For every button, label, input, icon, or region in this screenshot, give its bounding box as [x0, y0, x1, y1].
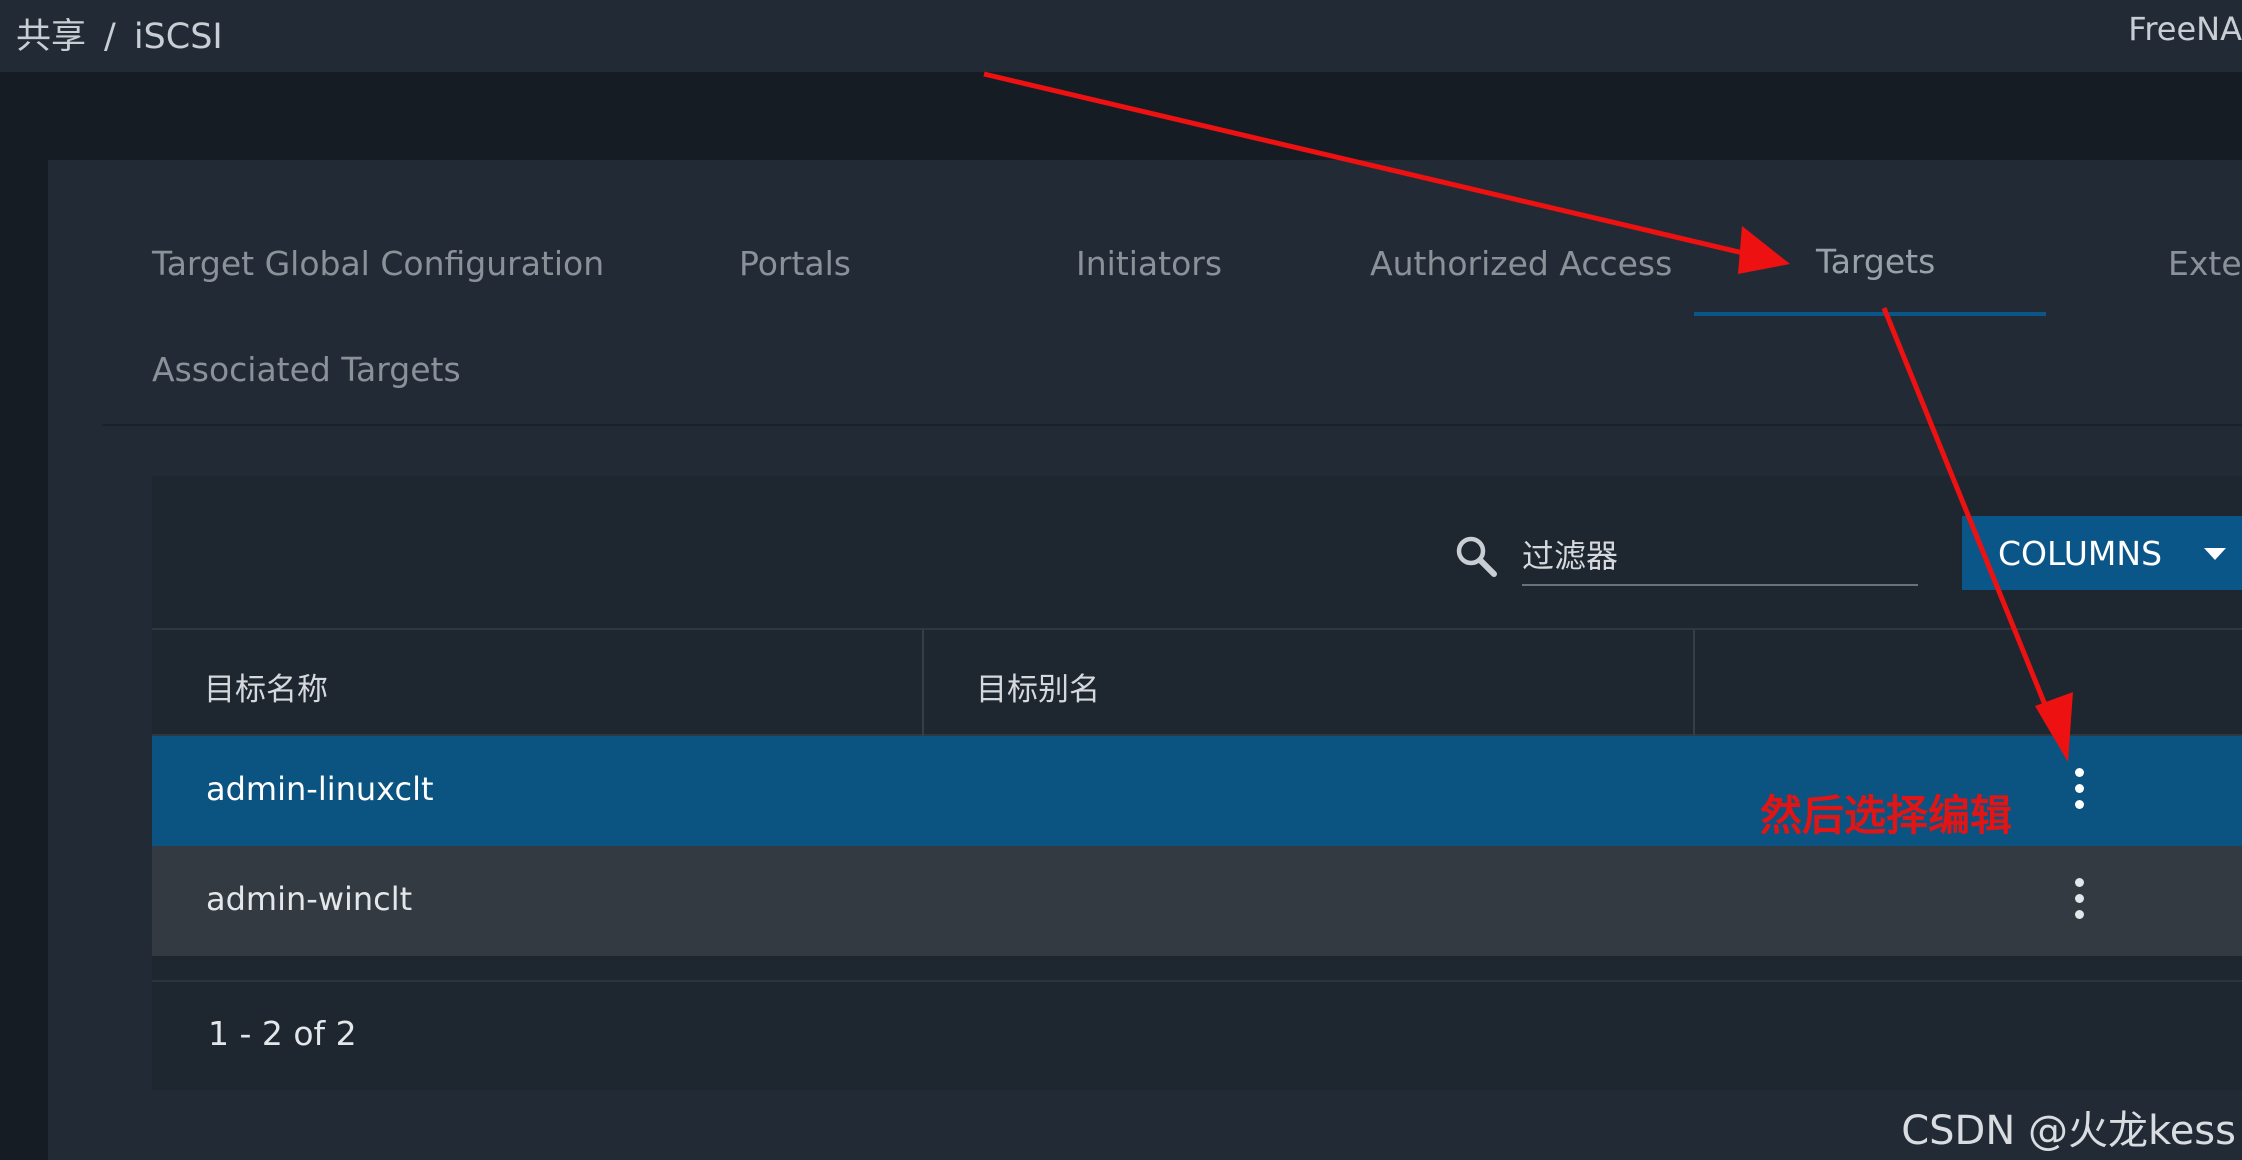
filter-input[interactable] [1522, 530, 1918, 582]
more-vert-icon[interactable] [2069, 878, 2089, 924]
table-row[interactable]: admin-winclt [152, 846, 2242, 956]
tab-associated-targets[interactable]: Associated Targets [152, 350, 461, 389]
column-header-target-name[interactable]: 目标名称 [204, 664, 328, 709]
caret-down-icon [2204, 548, 2226, 560]
breadcrumb: 共享 / iSCSI [16, 8, 241, 59]
target-name-cell: admin-linuxclt [206, 770, 434, 808]
more-vert-icon[interactable] [2069, 768, 2089, 814]
annotation-text: 然后选择编辑 [1760, 791, 2013, 840]
breadcrumb-item-share[interactable]: 共享 [16, 17, 86, 57]
columns-button-label: COLUMNS [1998, 533, 2163, 573]
watermark-text: CSDN @火龙kess [1901, 1108, 2236, 1154]
tabs-divider [102, 424, 2242, 426]
active-tab-indicator [1694, 312, 2046, 316]
tab-extents[interactable]: Exten [2168, 244, 2242, 283]
brand-logo-text: FreeNA [2128, 10, 2242, 48]
column-resize-handle[interactable] [1693, 630, 1695, 736]
tab-targets[interactable]: Targets [1816, 242, 1935, 281]
pagination-range: 1 - 2 of 2 [208, 1014, 357, 1053]
tab-target-global-configuration[interactable]: Target Global Configuration [152, 244, 604, 283]
column-resize-handle[interactable] [922, 630, 924, 736]
search-icon[interactable] [1452, 532, 1500, 580]
tab-portals[interactable]: Portals [739, 244, 851, 283]
table-header: 目标名称 目标别名 [152, 628, 2242, 736]
breadcrumb-item-iscsi: iSCSI [133, 17, 223, 57]
filter-field[interactable] [1522, 530, 1918, 586]
breadcrumb-separator: / [104, 17, 116, 57]
top-bar: 共享 / iSCSI FreeNA [0, 0, 2242, 72]
tab-authorized-access[interactable]: Authorized Access [1370, 244, 1672, 283]
column-header-target-alias[interactable]: 目标别名 [976, 664, 1100, 709]
target-name-cell: admin-winclt [206, 880, 413, 918]
table-footer-divider [152, 980, 2242, 982]
tab-initiators[interactable]: Initiators [1076, 244, 1222, 283]
columns-button[interactable]: COLUMNS [1962, 516, 2242, 590]
